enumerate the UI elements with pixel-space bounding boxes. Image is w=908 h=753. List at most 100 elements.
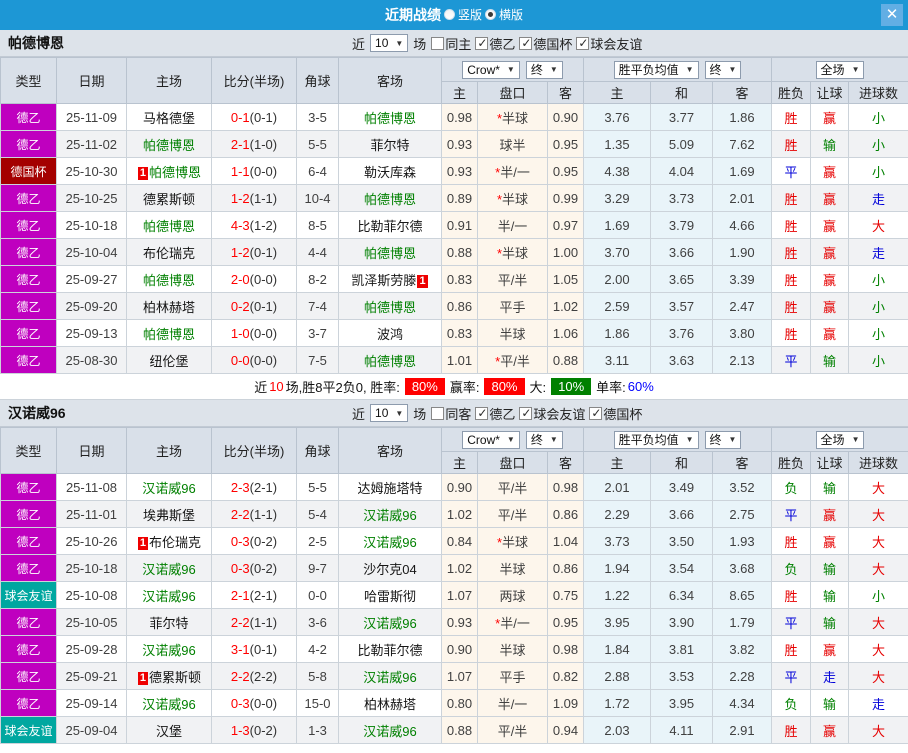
half-time-score: (0-1) [249,244,278,260]
result-handicap: 赢 [810,292,850,320]
close-button[interactable]: ✕ [881,4,903,26]
filter-checkbox-球会友谊[interactable]: 球会友谊 [519,404,585,423]
checkbox-icon[interactable] [475,36,489,50]
radio-icon[interactable] [443,8,455,20]
filter-checkbox-球会友谊[interactable]: 球会友谊 [576,34,642,53]
match-score: 0-0(0-0) [211,346,297,374]
match-row: 德乙 25-10-25 德累斯顿 1-2(1-1) 10-4 帕德博恩 0.89 *半球 0.9… [0,184,908,212]
final-avg-select[interactable]: 终 ▼ [704,60,742,79]
home-team: 汉诺威96 [126,635,212,663]
match-score: 3-1(0-1) [211,635,297,663]
filter-checkbox-同主[interactable]: 同主 [431,34,471,53]
full-match-select[interactable]: 全场 ▼ [815,430,865,449]
odds-home: 1.07 [441,581,478,609]
avg-draw: 3.76 [650,319,713,347]
checkbox-icon[interactable] [576,36,590,50]
odds-header-group: Crow* ▼ 终 ▼ [441,427,584,452]
full-match-select[interactable]: 全场 ▼ [815,60,865,79]
result-goals: 小 [848,292,908,320]
home-team: 1 帕德博恩 [126,157,212,185]
match-date: 25-09-13 [56,319,127,347]
chevron-down-icon: ▼ [685,435,694,444]
away-team: 汉诺威96 [338,527,442,555]
avg-odds-select[interactable]: 胜平负均值 ▼ [613,60,699,79]
match-date: 25-10-30 [56,157,127,185]
summary-segment: 单率: [596,380,626,395]
result-goals: 小 [848,265,908,293]
away-team: 汉诺威96 [338,716,442,744]
odds-away: 0.99 [547,184,584,212]
match-score: 2-2(2-2) [211,662,297,690]
final-odds-select[interactable]: 终 ▼ [525,60,563,79]
match-type-badge: 德乙 [0,238,57,266]
final-avg-select[interactable]: 终 ▼ [704,430,742,449]
chevron-down-icon: ▼ [395,408,404,418]
filter-bar: 近 10▼ 场 同客 德乙 球会友谊 德国杯 [352,404,642,423]
match-date: 25-10-25 [56,184,127,212]
result-wdl: 胜 [771,292,812,320]
match-row: 德乙 25-11-09 马格德堡 0-1(0-1) 3-5 帕德博恩 0.98 *半球 0.90… [0,103,908,131]
final-odds-select[interactable]: 终 ▼ [525,430,563,449]
odds-handicap: 平/半 [477,500,548,528]
checkbox-icon[interactable] [431,36,445,50]
checkbox-icon[interactable] [519,36,533,50]
odds-source-select[interactable]: Crow* ▼ [462,60,520,79]
away-team: 帕德博恩 [338,346,442,374]
match-score: 2-2(1-1) [211,608,297,636]
section-header-paderborn: 帕德博恩 近 10▼ 场 同主 德乙 德国杯 球会友谊 [0,30,908,57]
avg-home: 3.11 [583,346,651,374]
recent-count-select[interactable]: 10 ▼ [370,34,409,52]
filter-checkbox-同客[interactable]: 同客 [431,404,471,423]
result-goals: 大 [848,211,908,239]
odds-home: 0.90 [441,473,478,501]
corner-score: 4-2 [296,635,339,663]
result-wdl: 胜 [771,103,812,131]
layout-radio-vertical[interactable]: 竖版 [443,6,482,23]
avg-away: 3.68 [711,554,773,582]
avg-home: 3.73 [583,527,651,555]
corner-score: 3-5 [296,103,339,131]
layout-radio-horizontal[interactable]: 横版 [485,6,523,23]
avg-home: 3.29 [583,184,651,212]
checkbox-icon[interactable] [431,406,445,420]
filter-checkbox-德乙[interactable]: 德乙 [475,404,515,423]
away-team-name: 沙尔克04 [363,561,417,577]
checkbox-icon[interactable] [589,406,603,420]
odds-handicap: 平手 [477,292,548,320]
home-team: 埃弗斯堡 [126,500,212,528]
home-team: 1 布伦瑞克 [126,527,212,555]
result-wdl: 负 [771,554,812,582]
radio-icon[interactable] [485,8,496,20]
away-team: 沙尔克04 [338,554,442,582]
checkbox-icon[interactable] [475,406,489,420]
section-header-hannover: 汉诺威96 近 10▼ 场 同客 德乙 球会友谊 德国杯 [0,400,908,427]
filter-checkbox-德国杯[interactable]: 德国杯 [589,404,642,423]
col-corner: 角球 [296,427,339,474]
recent-count-select[interactable]: 10 ▼ [370,404,409,422]
odds-away: 0.95 [547,608,584,636]
odds-handicap: 两球 [477,581,548,609]
avg-odds-select[interactable]: 胜平负均值 ▼ [613,430,699,449]
corner-score: 3-7 [296,319,339,347]
avg-draw: 3.54 [650,554,713,582]
odds-handicap: 半球 [477,319,548,347]
filter-checkbox-德国杯[interactable]: 德国杯 [519,34,572,53]
away-team-name: 汉诺威96 [363,615,417,631]
odds-handicap: *半球 [477,184,548,212]
odds-away: 0.97 [547,211,584,239]
odds-source-select[interactable]: Crow* ▼ [462,430,520,449]
odds-away: 1.05 [547,265,584,293]
home-team-name: 马格德堡 [142,110,195,126]
away-team: 柏林赫塔 [338,689,442,717]
avg-draw: 3.95 [650,689,713,717]
col-corner: 角球 [296,57,339,104]
result-handicap: 赢 [810,157,850,185]
corner-score: 7-5 [296,346,339,374]
match-score: 2-2(1-1) [211,500,297,528]
checkbox-icon[interactable] [519,406,533,420]
near-label: 近 [352,36,366,52]
filter-checkbox-德乙[interactable]: 德乙 [475,34,515,53]
full-time-score: 4-3 [230,217,250,233]
result-goals: 大 [848,554,908,582]
col-handicap: 盘口 [477,81,548,104]
